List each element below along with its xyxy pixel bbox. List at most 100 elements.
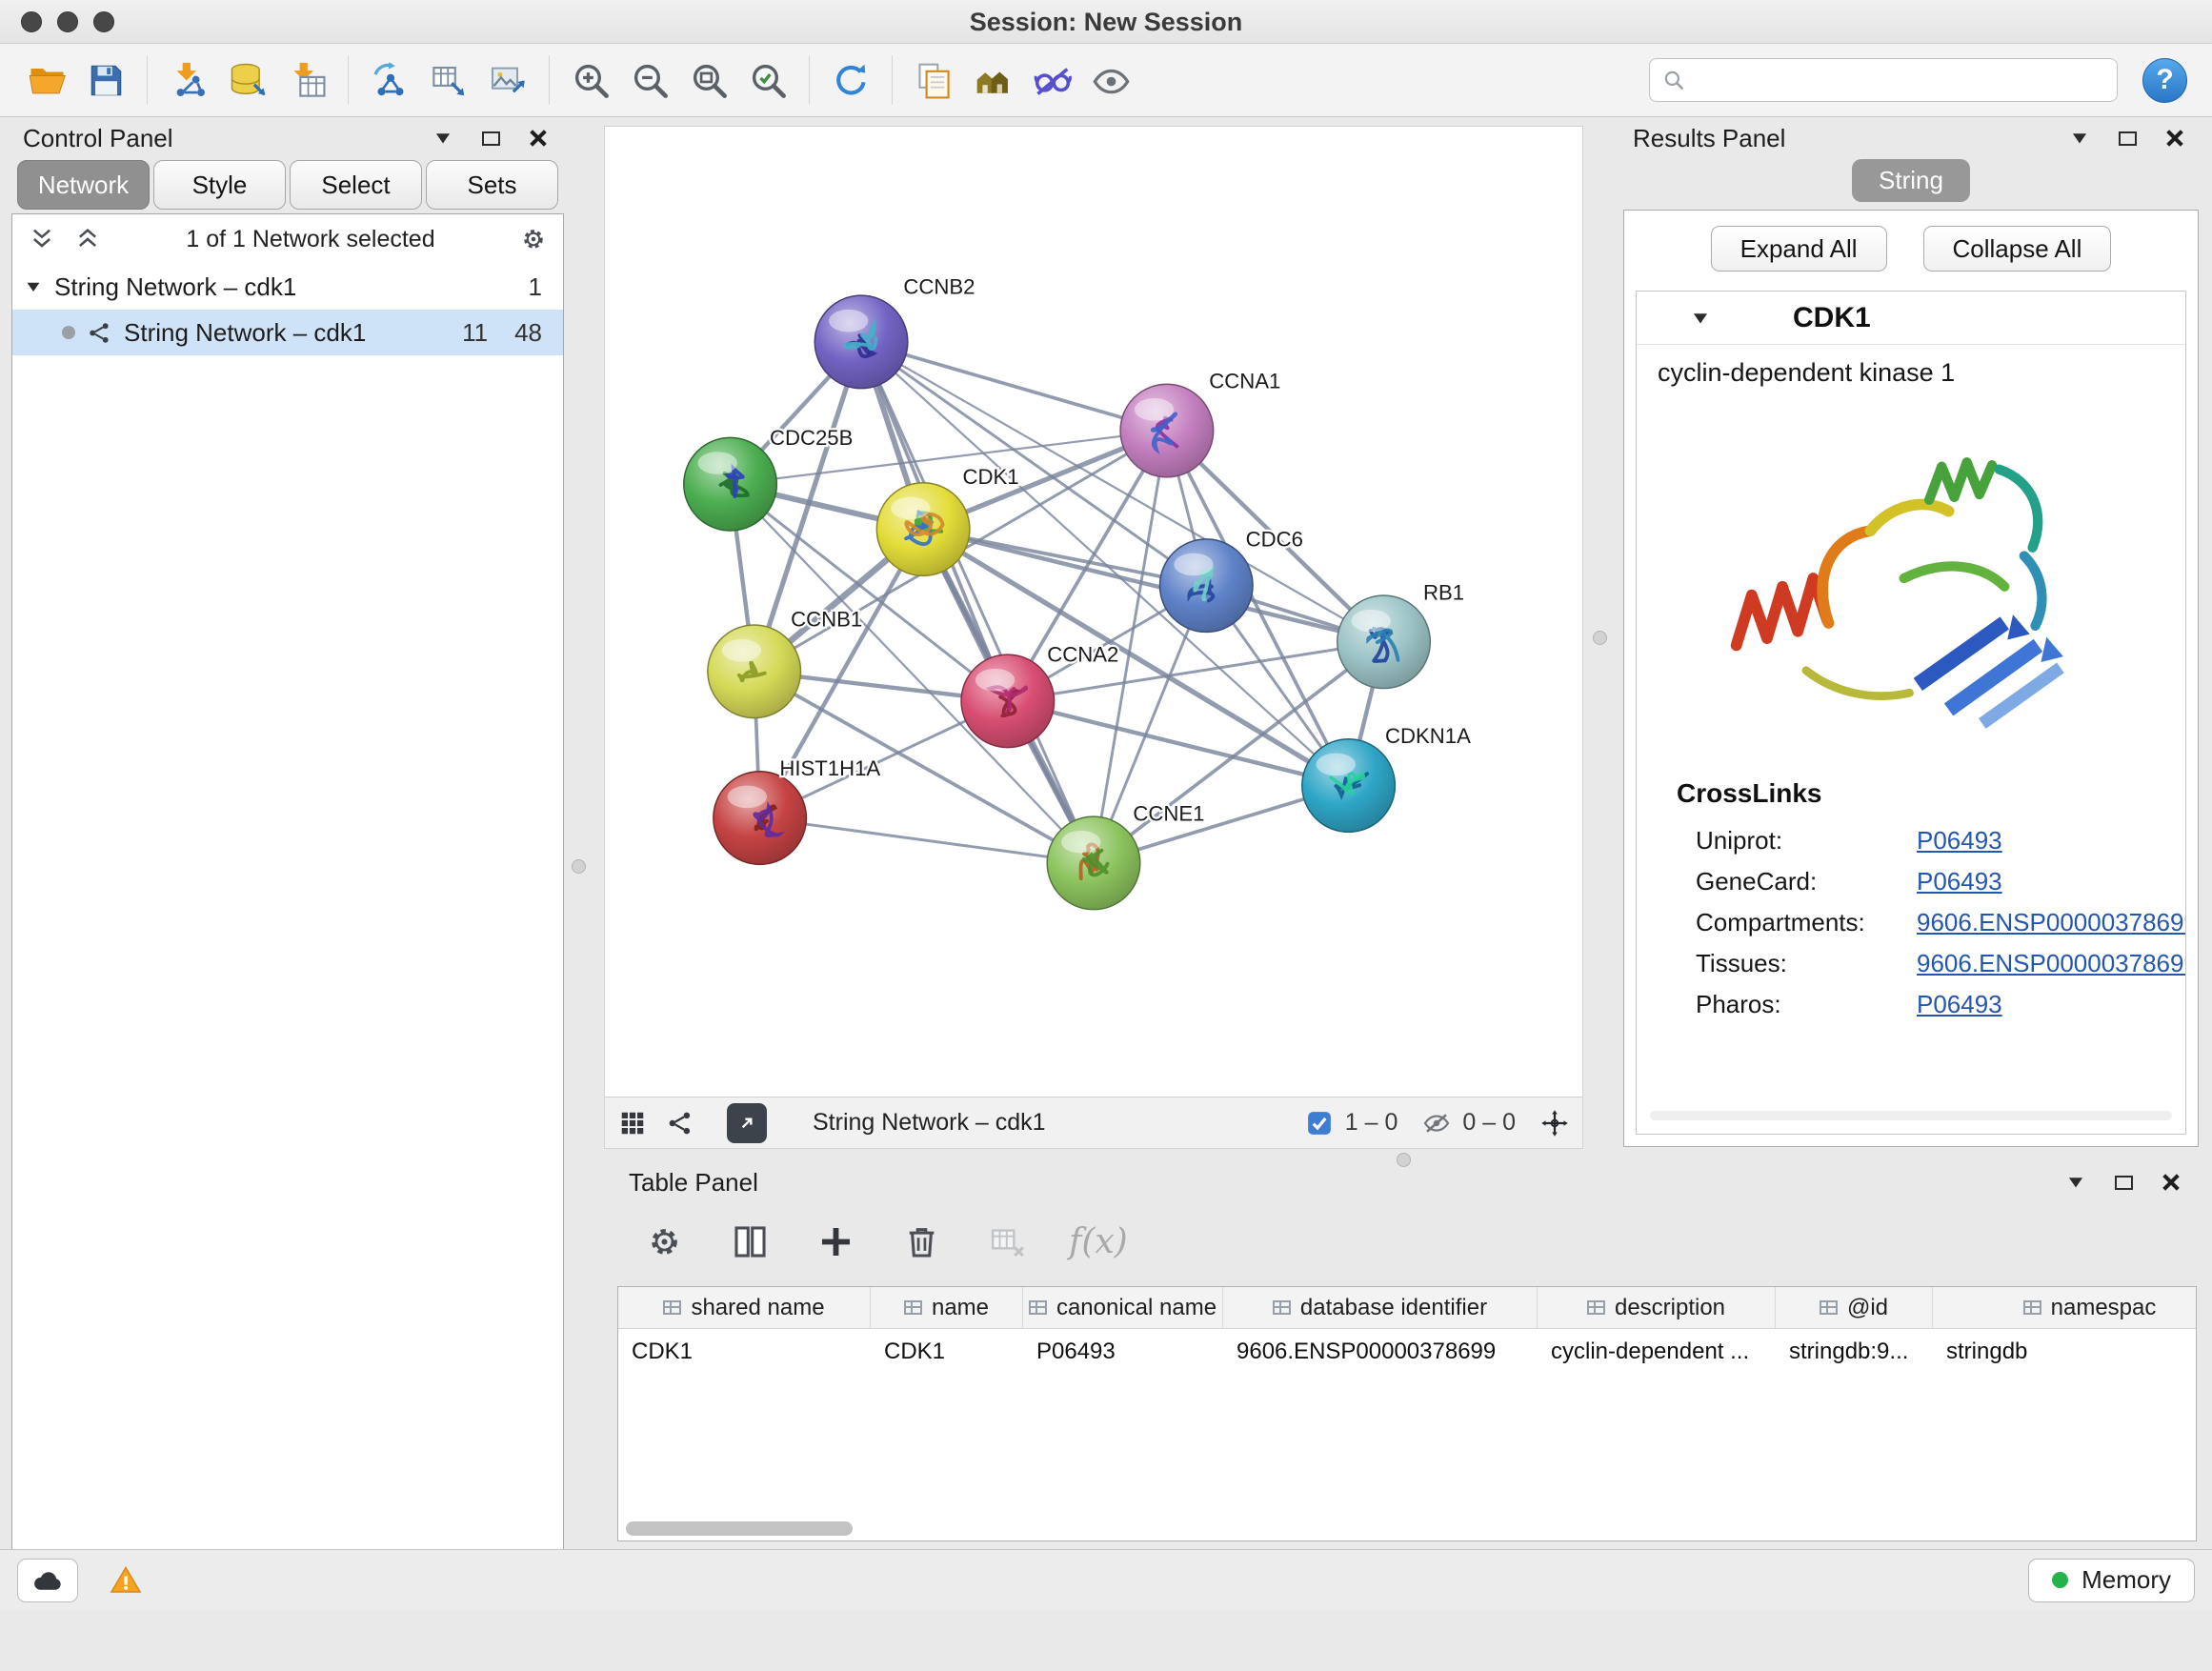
copy-paste-button[interactable] xyxy=(908,52,959,108)
column-header[interactable]: @id xyxy=(1776,1287,1933,1328)
left-splitter-handle[interactable] xyxy=(572,859,586,874)
network-from-selection-button[interactable] xyxy=(364,52,415,108)
panel-menu-button[interactable] xyxy=(2061,1168,2090,1197)
panel-close-button[interactable] xyxy=(524,124,553,152)
panel-close-button[interactable] xyxy=(2161,124,2189,152)
crosslink-value-link[interactable]: P06493 xyxy=(1917,826,2002,856)
table-horizontal-scrollbar[interactable] xyxy=(626,1521,853,1536)
crosslink-value-link[interactable]: 9606.ENSP00000378699 xyxy=(1917,908,2186,937)
export-image-button[interactable] xyxy=(482,52,533,108)
network-type-button[interactable] xyxy=(666,1109,694,1137)
crosslink-value-link[interactable]: P06493 xyxy=(1917,867,2002,896)
maximize-window-button[interactable] xyxy=(93,11,114,32)
birds-eye-view-button[interactable] xyxy=(618,1109,647,1137)
pan-mode-button[interactable] xyxy=(1540,1109,1569,1137)
column-header[interactable]: shared name xyxy=(618,1287,871,1328)
bottom-splitter-handle[interactable] xyxy=(1397,1153,1411,1167)
card-scrollbar[interactable] xyxy=(1650,1111,2172,1120)
hide-panels-button[interactable] xyxy=(1026,52,1077,108)
collapse-all-networks-button[interactable] xyxy=(28,225,56,253)
network-options-button[interactable] xyxy=(519,225,548,253)
function-builder-button[interactable]: f(x) xyxy=(1069,1222,1128,1261)
panel-float-button[interactable] xyxy=(2113,124,2142,152)
clone-network-button[interactable] xyxy=(423,52,474,108)
hidden-elements-button[interactable] xyxy=(1422,1109,1451,1137)
panel-float-button[interactable] xyxy=(2109,1168,2138,1197)
tree-expand-caret-icon xyxy=(24,277,43,296)
minimize-window-button[interactable] xyxy=(57,11,78,32)
panel-float-button[interactable] xyxy=(476,124,505,152)
expand-all-button[interactable]: Expand All xyxy=(1711,226,1887,272)
refresh-layout-button[interactable] xyxy=(825,52,876,108)
network-node-ccnb2[interactable]: CCNB2 xyxy=(814,275,975,389)
help-button[interactable]: ? xyxy=(2142,58,2187,103)
collapse-all-button[interactable]: Collapse All xyxy=(1923,226,2112,272)
column-header[interactable]: database identifier xyxy=(1223,1287,1538,1328)
tab-network[interactable]: Network xyxy=(17,160,150,210)
memory-button[interactable]: Memory xyxy=(2028,1559,2195,1602)
show-panels-button[interactable] xyxy=(1085,52,1136,108)
cloud-status-button[interactable] xyxy=(17,1559,78,1602)
open-session-button[interactable] xyxy=(21,52,72,108)
close-window-button[interactable] xyxy=(21,11,42,32)
network-node-cdk1[interactable]: CDK1 xyxy=(876,465,1018,575)
import-network-from-database-button[interactable] xyxy=(222,52,273,108)
network-node-ccnb1[interactable]: CCNB1 xyxy=(708,608,862,718)
selected-nodes-checkbox[interactable] xyxy=(1305,1109,1334,1137)
column-header-label: name xyxy=(932,1295,989,1321)
panel-close-button[interactable] xyxy=(2157,1168,2185,1197)
tab-select[interactable]: Select xyxy=(290,160,422,210)
zoom-in-button[interactable] xyxy=(565,52,616,108)
network-node-rb1[interactable]: RB1 xyxy=(1337,580,1464,688)
node-label: CDC6 xyxy=(1246,527,1303,551)
save-session-button[interactable] xyxy=(80,52,131,108)
column-header[interactable]: description xyxy=(1538,1287,1776,1328)
crosslink-value-link[interactable]: P06493 xyxy=(1917,990,2002,1019)
show-columns-button[interactable] xyxy=(726,1218,774,1265)
column-header[interactable]: canonical name xyxy=(1023,1287,1223,1328)
warnings-button[interactable] xyxy=(95,1559,156,1602)
crosslink-row: Tissues:9606.ENSP00000378699 xyxy=(1637,943,2185,984)
tab-sets[interactable]: Sets xyxy=(426,160,558,210)
right-splitter-handle[interactable] xyxy=(1593,631,1607,645)
annotation-mode-button[interactable] xyxy=(727,1103,767,1143)
delete-table-button-disabled[interactable] xyxy=(983,1218,1031,1265)
import-network-from-file-button[interactable] xyxy=(163,52,214,108)
crosslinks-title: CrossLinks xyxy=(1637,746,2185,820)
zoom-fit-button[interactable] xyxy=(683,52,734,108)
network-node-hist1h1a[interactable]: HIST1H1A xyxy=(714,756,881,864)
home-views-button[interactable] xyxy=(967,52,1018,108)
network-row-selected[interactable]: String Network – cdk1 11 48 xyxy=(12,310,563,355)
tab-style[interactable]: Style xyxy=(153,160,286,210)
crosslink-value-link[interactable]: 9606.ENSP00000378699 xyxy=(1917,949,2186,978)
create-column-button[interactable] xyxy=(812,1218,859,1265)
scrollbar-thumb[interactable] xyxy=(626,1521,853,1536)
main-toolbar: ? xyxy=(0,44,2212,117)
network-collection-row[interactable]: String Network – cdk1 1 xyxy=(12,264,563,310)
expand-all-networks-button[interactable] xyxy=(73,225,102,253)
column-header[interactable]: namespac xyxy=(1933,1287,2197,1328)
gene-card-header[interactable]: CDK1 xyxy=(1637,292,2185,345)
network-node-ccna1[interactable]: CCNA1 xyxy=(1120,370,1280,477)
node-label: HIST1H1A xyxy=(779,756,880,780)
search-box[interactable] xyxy=(1649,58,2118,102)
delete-column-button[interactable] xyxy=(897,1218,945,1265)
panel-menu-button[interactable] xyxy=(2065,124,2094,152)
import-table-from-file-button[interactable] xyxy=(281,52,332,108)
table-options-button[interactable] xyxy=(640,1218,688,1265)
zoom-out-button[interactable] xyxy=(624,52,675,108)
table-row[interactable]: CDK1CDK1P064939606.ENSP00000378699cyclin… xyxy=(618,1329,2196,1375)
network-edge[interactable] xyxy=(923,530,1383,642)
network-edge[interactable] xyxy=(861,342,1167,431)
network-edge[interactable] xyxy=(861,342,1094,863)
zoom-selected-button[interactable] xyxy=(742,52,794,108)
network-edge[interactable] xyxy=(760,818,1094,863)
search-input[interactable] xyxy=(1696,66,2105,95)
node-label: CCNA1 xyxy=(1209,370,1280,393)
network-canvas[interactable]: CCNB2CCNA1CDC25BCDK1CDC6RB1CCNB1CCNA2CDK… xyxy=(605,127,1582,1097)
string-tab-badge[interactable]: String xyxy=(1852,159,1970,202)
panel-menu-button[interactable] xyxy=(429,124,457,152)
move-crosshair-icon xyxy=(1540,1109,1569,1137)
results-panel: Results Panel String Expand All Collapse… xyxy=(1621,120,2201,1147)
column-header[interactable]: name xyxy=(871,1287,1023,1328)
